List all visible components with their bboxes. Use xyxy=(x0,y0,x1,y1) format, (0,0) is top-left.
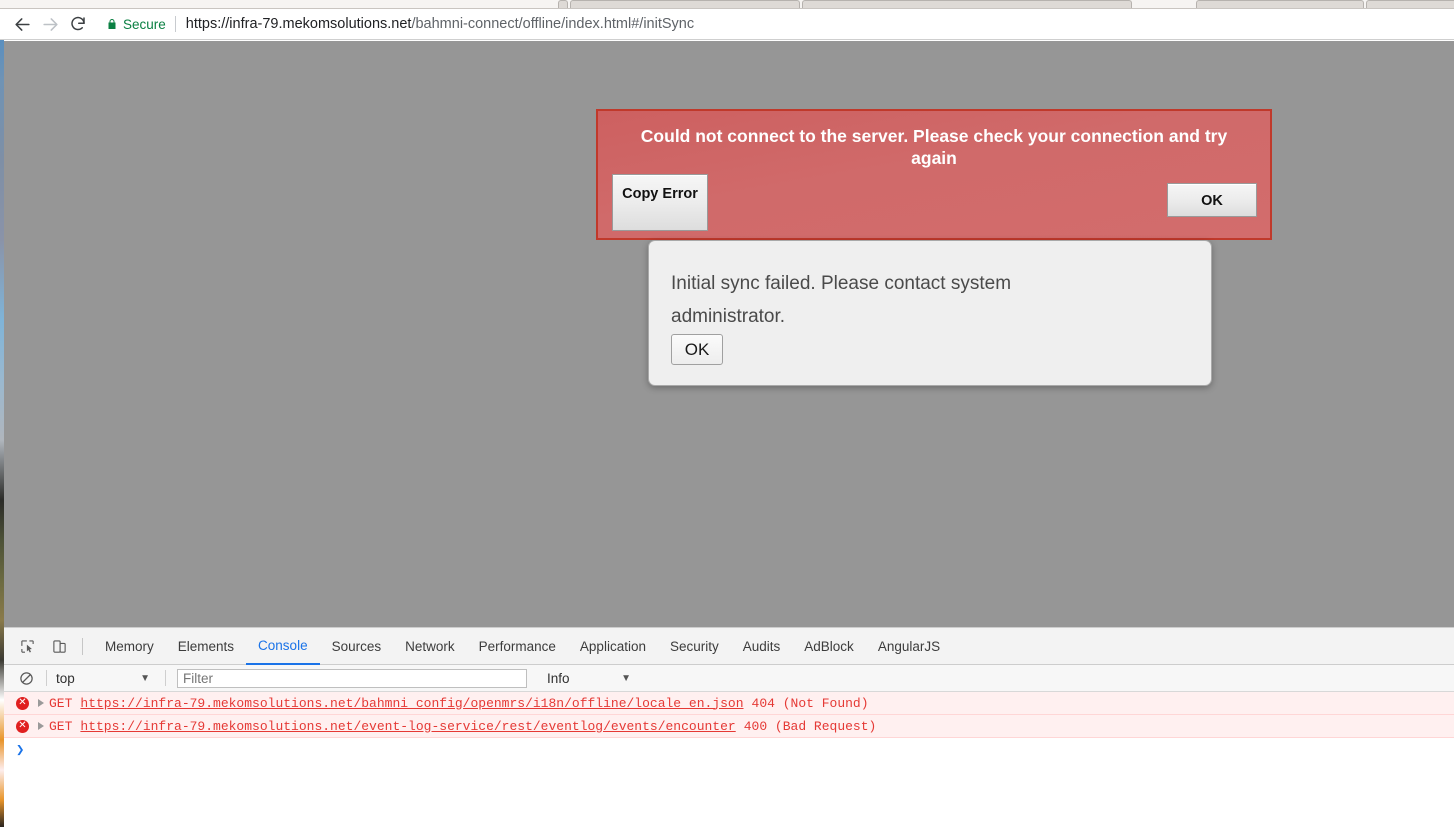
connection-error-message: Could not connect to the server. Please … xyxy=(640,126,1228,168)
devtools-tabbar: Memory Elements Console Sources Network … xyxy=(4,628,1454,665)
clear-console-icon[interactable] xyxy=(15,667,37,689)
console-request-url[interactable]: https://infra-79.mekomsolutions.net/bahm… xyxy=(80,696,743,711)
js-alert-message: Initial sync failed. Please contact syst… xyxy=(671,273,1012,327)
devtools-tab-application[interactable]: Application xyxy=(568,628,658,665)
console-error-row[interactable]: ✕ GET https://infra-79.mekomsolutions.ne… xyxy=(4,715,1454,738)
url-path: /bahmni-connect/offline/index.html#/init… xyxy=(411,16,695,32)
devtools-tab-sources[interactable]: Sources xyxy=(320,628,394,665)
devtools-tab-network[interactable]: Network xyxy=(393,628,467,665)
console-status-text: 400 (Bad Request) xyxy=(743,718,877,734)
js-alert-ok-button[interactable]: OK xyxy=(671,334,723,365)
forward-icon xyxy=(36,10,64,38)
lock-icon[interactable] xyxy=(106,17,118,31)
address-bar[interactable]: Secure https://infra-79.mekomsolutions.n… xyxy=(106,9,1454,40)
console-request-url[interactable]: https://infra-79.mekomsolutions.net/even… xyxy=(80,719,735,734)
console-prompt-icon: ❯ xyxy=(16,742,25,759)
console-http-method: GET xyxy=(49,718,73,734)
expand-triangle-icon[interactable] xyxy=(38,699,44,707)
browser-window: Secure https://infra-79.mekomsolutions.n… xyxy=(0,0,1454,827)
device-toolbar-icon[interactable] xyxy=(46,633,72,659)
back-icon[interactable] xyxy=(8,10,36,38)
console-filter-input[interactable] xyxy=(177,668,527,688)
omnibox-separator xyxy=(174,16,176,32)
devtools-tab-audits[interactable]: Audits xyxy=(731,628,793,665)
console-context-select[interactable]: top ▼ xyxy=(56,671,156,686)
chevron-down-icon-2: ▼ xyxy=(621,672,631,684)
filterbar-divider xyxy=(46,670,47,686)
page-viewport: Could not connect to the server. Please … xyxy=(4,41,1454,627)
js-alert-dialog: Initial sync failed. Please contact syst… xyxy=(648,240,1212,386)
connection-error-actions: Copy Error OK xyxy=(598,172,1270,242)
devtools-tab-performance[interactable]: Performance xyxy=(467,628,568,665)
console-error-row[interactable]: ✕ GET https://infra-79.mekomsolutions.ne… xyxy=(4,692,1454,715)
devtools-toolbar-divider xyxy=(82,637,83,655)
console-status-text: 404 (Not Found) xyxy=(751,695,869,711)
error-icon: ✕ xyxy=(16,696,29,710)
security-status-label: Secure xyxy=(123,16,166,32)
devtools-panel: Memory Elements Console Sources Network … xyxy=(4,627,1454,827)
inspect-element-icon[interactable] xyxy=(14,633,40,659)
console-level-value: Info xyxy=(547,670,570,686)
console-context-value: top xyxy=(56,670,75,686)
devtools-tab-adblock[interactable]: AdBlock xyxy=(792,628,866,665)
background-window-sliver xyxy=(0,40,4,827)
filterbar-divider-2 xyxy=(165,670,166,686)
connection-error-dialog: Could not connect to the server. Please … xyxy=(596,109,1272,240)
devtools-tab-angularjs[interactable]: AngularJS xyxy=(866,628,952,665)
copy-error-button[interactable]: Copy Error xyxy=(612,174,708,231)
expand-triangle-icon[interactable] xyxy=(38,722,44,730)
reload-icon[interactable] xyxy=(64,10,92,38)
console-level-select[interactable]: Info ▼ xyxy=(547,671,637,686)
console-http-method: GET xyxy=(49,695,73,711)
error-icon: ✕ xyxy=(16,719,29,733)
devtools-tab-console[interactable]: Console xyxy=(246,628,320,665)
console-filter-bar: top ▼ Info ▼ xyxy=(4,665,1454,692)
console-prompt[interactable]: ❯ xyxy=(4,738,1454,762)
connection-error-ok-button[interactable]: OK xyxy=(1167,183,1257,217)
devtools-tab-security[interactable]: Security xyxy=(658,628,731,665)
chevron-down-icon: ▼ xyxy=(140,672,150,684)
browser-toolbar: Secure https://infra-79.mekomsolutions.n… xyxy=(0,9,1454,40)
url-domain: https://infra-79.mekomsolutions.net xyxy=(185,16,412,32)
devtools-tab-memory[interactable]: Memory xyxy=(93,628,166,665)
console-messages[interactable]: ✕ GET https://infra-79.mekomsolutions.ne… xyxy=(4,692,1454,826)
devtools-tab-elements[interactable]: Elements xyxy=(166,628,246,665)
